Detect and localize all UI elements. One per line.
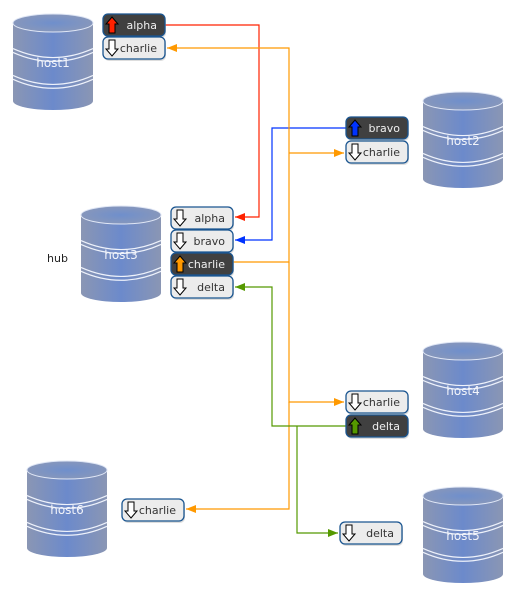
- arrowhead-icon: [328, 529, 338, 537]
- port-host3-alpha[interactable]: alpha: [170, 206, 234, 231]
- host-label: host2: [446, 134, 480, 148]
- connection-bravo: [235, 127, 346, 241]
- port-host3-bravo[interactable]: bravo: [170, 229, 234, 254]
- port-label: charlie: [139, 504, 176, 517]
- port-host3-charlie[interactable]: charlie: [170, 252, 234, 277]
- connection-delta: [235, 286, 346, 427]
- hosts-layer: host1 host2 host3 host4 host5 host6: [12, 13, 504, 583]
- port-label: charlie: [363, 396, 400, 409]
- port-label: delta: [197, 281, 225, 294]
- port-label: charlie: [120, 42, 157, 55]
- connection-charlie: [288, 262, 344, 403]
- host-host4[interactable]: host4: [422, 341, 504, 438]
- host-label: host6: [50, 503, 84, 517]
- arrowhead-icon: [167, 44, 177, 52]
- port-host3-delta[interactable]: delta: [170, 275, 234, 300]
- connection-delta: [296, 426, 338, 534]
- port-host2-bravo[interactable]: bravo: [345, 116, 409, 141]
- arrowhead-icon: [235, 213, 245, 221]
- network-diagram: host1 host2 host3 host4 host5 host6 alpha char…: [12, 13, 504, 583]
- host-host2[interactable]: host2: [422, 91, 504, 188]
- port-host6-charlie[interactable]: charlie: [121, 498, 185, 523]
- port-label: bravo: [194, 235, 226, 248]
- port-label: charlie: [363, 146, 400, 159]
- port-host4-delta[interactable]: delta: [345, 414, 409, 439]
- connection-alpha: [165, 24, 260, 218]
- port-label: delta: [366, 527, 394, 540]
- port-label: bravo: [369, 122, 401, 135]
- host-label: host5: [446, 529, 480, 543]
- port-host5-delta[interactable]: delta: [339, 521, 403, 546]
- arrowhead-icon: [235, 283, 245, 291]
- host-label: host4: [446, 384, 480, 398]
- port-host2-charlie[interactable]: charlie: [345, 140, 409, 165]
- connection-charlie: [186, 402, 290, 510]
- host-host5[interactable]: host5: [422, 486, 504, 583]
- arrowhead-icon: [334, 398, 344, 406]
- host-label: host3: [104, 248, 138, 262]
- host-host6[interactable]: host6: [26, 460, 108, 557]
- host-label: host1: [36, 56, 70, 70]
- host-host1[interactable]: host1: [12, 13, 94, 110]
- arrowhead-icon: [186, 505, 196, 513]
- host-host3[interactable]: host3: [80, 205, 162, 302]
- arrowhead-icon: [334, 149, 344, 157]
- port-host1-alpha[interactable]: alpha: [102, 13, 166, 38]
- arrowhead-icon: [235, 236, 245, 244]
- port-label: alpha: [195, 212, 226, 225]
- port-host4-charlie[interactable]: charlie: [345, 390, 409, 415]
- hub-label: hub: [47, 252, 68, 265]
- port-label: charlie: [188, 258, 225, 271]
- port-label: delta: [372, 420, 400, 433]
- port-host1-charlie[interactable]: charlie: [102, 36, 166, 61]
- port-label: alpha: [127, 19, 158, 32]
